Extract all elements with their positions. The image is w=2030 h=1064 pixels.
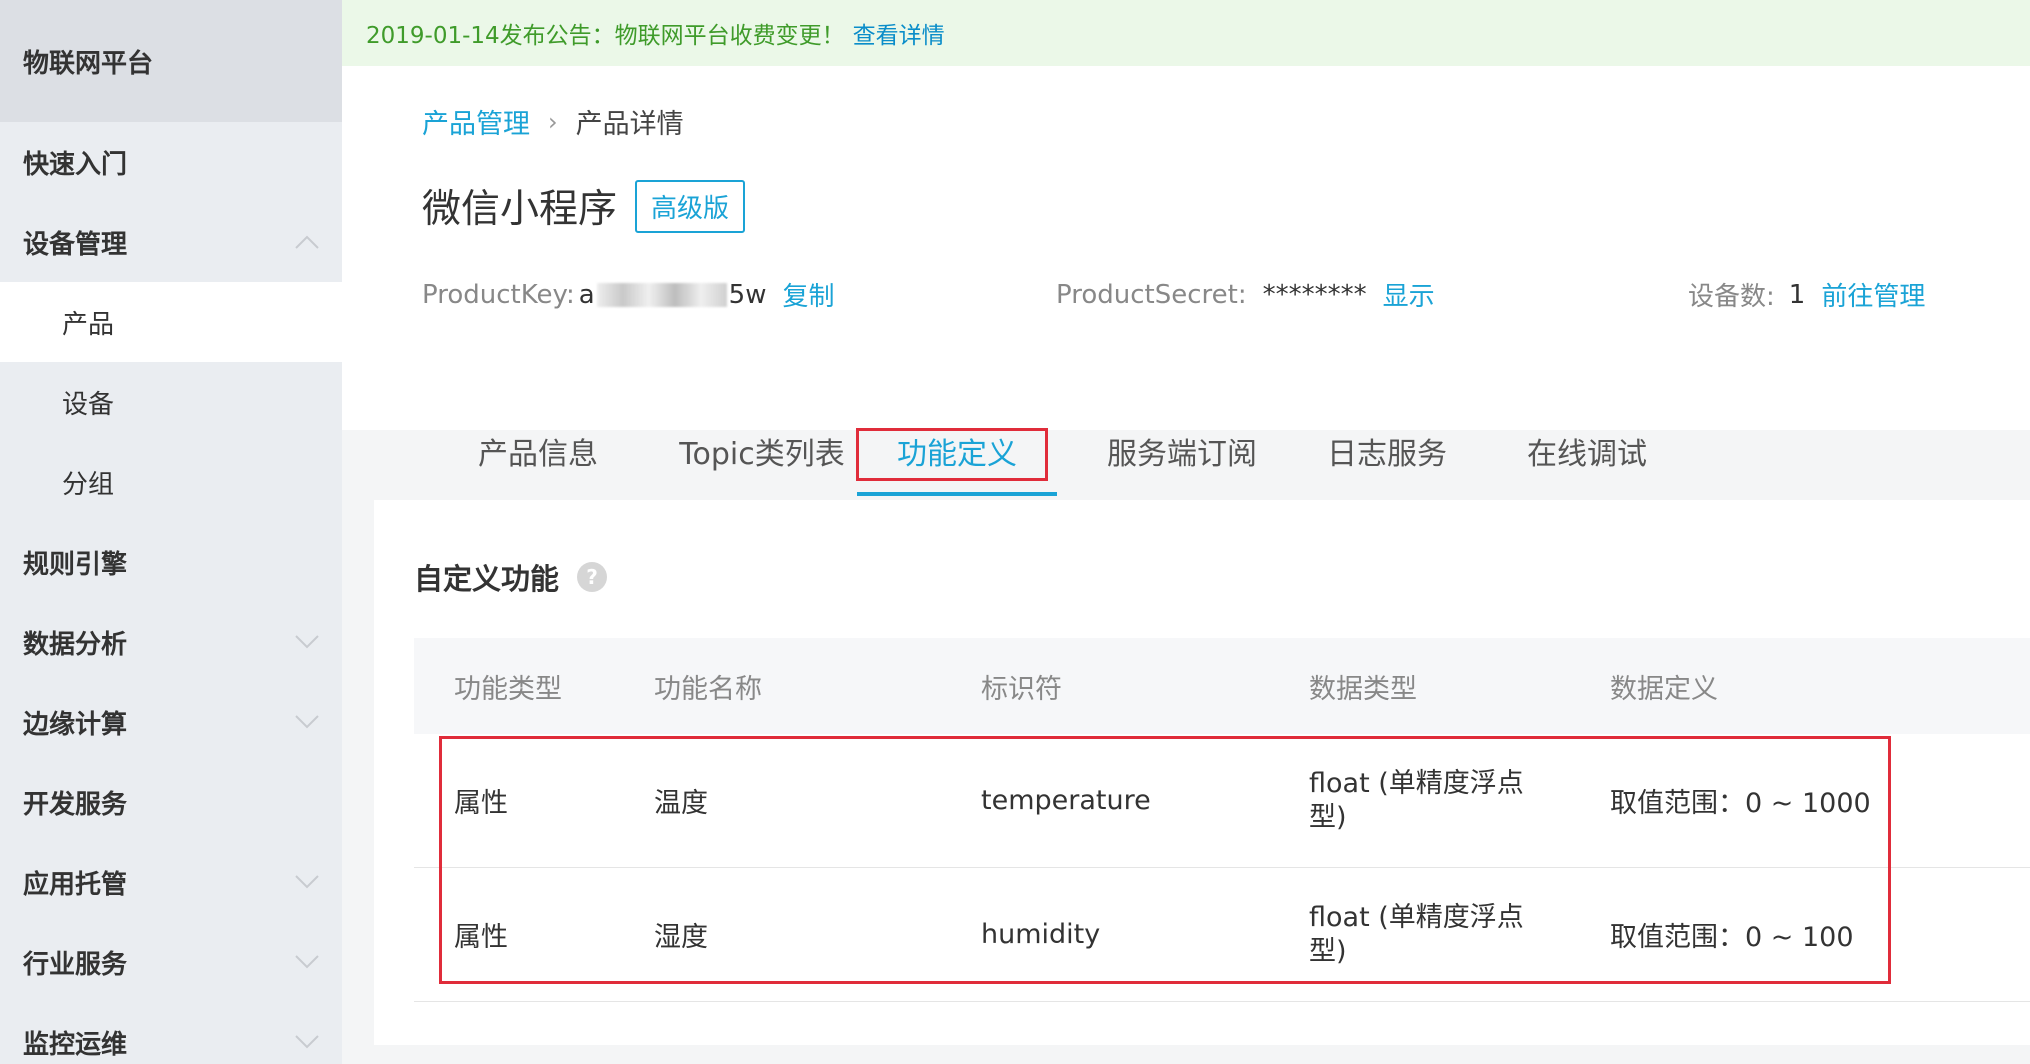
tab-label: 在线调试: [1527, 437, 1647, 472]
product-key-redacted: [596, 282, 727, 307]
chevron-down-icon: [294, 634, 320, 650]
functions-table: 功能类型 功能名称 标识符 数据类型 数据定义 属性 温度 temperatur…: [414, 638, 2030, 1002]
breadcrumb-separator-icon: ›: [548, 107, 558, 136]
cell-function-name: 温度: [654, 788, 708, 819]
tab-product-info[interactable]: 产品信息: [458, 406, 618, 496]
table-header: 功能类型 功能名称 标识符 数据类型 数据定义: [414, 638, 2030, 734]
cell-data-type: float (单精度浮点型): [1309, 767, 1524, 833]
product-header: 产品管理 › 产品详情 微信小程序 高级版 ProductKey: a 5w 复…: [342, 66, 2030, 496]
sidebar-item-group[interactable]: 分组: [0, 442, 342, 522]
product-key: ProductKey: a 5w 复制: [422, 276, 835, 313]
tab-label: 产品信息: [478, 437, 598, 472]
breadcrumb-current: 产品详情: [575, 109, 684, 140]
product-secret-label: ProductSecret:: [1056, 279, 1247, 310]
breadcrumb-product-management[interactable]: 产品管理: [422, 102, 530, 141]
chevron-down-icon: [294, 954, 320, 970]
product-key-suffix: 5w: [728, 279, 767, 310]
cell-function-name: 湿度: [654, 922, 708, 953]
tab-server-subscription[interactable]: 服务端订阅: [1082, 406, 1282, 496]
sidebar-item-label: 设备: [62, 389, 115, 420]
sidebar-item-label: 产品: [62, 309, 115, 340]
sidebar-item-rule-engine[interactable]: 规则引擎: [0, 522, 342, 602]
product-secret-value: ********: [1262, 279, 1367, 310]
cell-data-definition: 取值范围：0 ~ 100: [1610, 922, 1854, 953]
notice-bar: 2019-01-14发布公告：物联网平台收费变更！ 查看详情: [342, 0, 2030, 66]
sidebar-item-label: 行业服务: [23, 949, 128, 980]
table-row: 属性 温度 temperature float (单精度浮点型) 取值范围：0 …: [414, 734, 2030, 868]
tab-log-service[interactable]: 日志服务: [1302, 406, 1472, 496]
notice-details-link[interactable]: 查看详情: [853, 16, 945, 50]
brand-title: 物联网平台: [0, 0, 342, 122]
sidebar-item-industry-services[interactable]: 行业服务: [0, 922, 342, 1002]
tab-bar: 产品信息 Topic类列表 功能定义 服务端订阅 日志服务 在线调试: [342, 406, 2030, 496]
device-count-value: 1: [1788, 279, 1806, 310]
title-row: 微信小程序 高级版: [422, 178, 746, 234]
sidebar-item-label: 分组: [62, 469, 115, 500]
sidebar-item-edge-computing[interactable]: 边缘计算: [0, 682, 342, 762]
table-row: 属性 湿度 humidity float (单精度浮点型) 取值范围：0 ~ 1…: [414, 868, 2030, 1002]
cell-data-definition: 取值范围：0 ~ 1000: [1610, 788, 1871, 819]
section-title: 自定义功能 ?: [414, 556, 608, 598]
sidebar-item-device[interactable]: 设备: [0, 362, 342, 442]
product-meta: ProductKey: a 5w 复制 ProductSecret: *****…: [422, 276, 1942, 316]
header-function-type: 功能类型: [454, 673, 562, 705]
device-count-label: 设备数:: [1688, 282, 1775, 312]
notice-text: 2019-01-14发布公告：物联网平台收费变更！: [366, 23, 845, 49]
sidebar-item-product[interactable]: 产品: [0, 282, 342, 362]
header-function-name: 功能名称: [654, 673, 762, 705]
product-key-label: ProductKey:: [422, 279, 575, 310]
sidebar-item-data-analysis[interactable]: 数据分析: [0, 602, 342, 682]
chevron-down-icon: [294, 1034, 320, 1050]
cell-function-type: 属性: [454, 788, 508, 819]
sidebar-item-app-hosting[interactable]: 应用托管: [0, 842, 342, 922]
sidebar-item-label: 快速入门: [23, 149, 128, 180]
sidebar-item-label: 开发服务: [23, 789, 128, 820]
cell-identifier: temperature: [981, 785, 1151, 816]
sidebar-item-device-management[interactable]: 设备管理: [0, 202, 342, 282]
device-count: 设备数: 1 前往管理: [1688, 276, 1925, 313]
product-secret: ProductSecret: ******** 显示: [1056, 276, 1435, 313]
sidebar-item-label: 应用托管: [23, 869, 128, 900]
chevron-up-icon: [294, 234, 320, 250]
show-secret-link[interactable]: 显示: [1383, 276, 1435, 313]
tab-label: 日志服务: [1327, 437, 1447, 472]
manage-devices-link[interactable]: 前往管理: [1821, 276, 1925, 313]
copy-key-link[interactable]: 复制: [782, 276, 834, 313]
breadcrumb: 产品管理 › 产品详情: [422, 102, 684, 141]
cell-function-type: 属性: [454, 922, 508, 953]
main-content: 2019-01-14发布公告：物联网平台收费变更！ 查看详情 产品管理 › 产品…: [342, 0, 2030, 1064]
page-title: 微信小程序: [422, 187, 618, 232]
tab-label: 功能定义: [897, 437, 1017, 472]
chevron-down-icon: [294, 874, 320, 890]
tab-label: 服务端订阅: [1107, 437, 1257, 472]
header-identifier: 标识符: [981, 673, 1062, 705]
sidebar-item-label: 设备管理: [23, 229, 128, 260]
section-title-text: 自定义功能: [414, 562, 560, 596]
cell-identifier: humidity: [981, 919, 1101, 950]
chevron-down-icon: [294, 714, 320, 730]
tab-label: Topic类列表: [679, 437, 845, 472]
header-data-type: 数据类型: [1309, 673, 1417, 705]
header-data-definition: 数据定义: [1610, 673, 1718, 705]
help-icon[interactable]: ?: [577, 562, 608, 592]
sidebar-item-label: 边缘计算: [23, 709, 128, 740]
tab-online-debug[interactable]: 在线调试: [1502, 406, 1672, 496]
cell-data-type: float (单精度浮点型): [1309, 901, 1524, 967]
custom-functions-card: 自定义功能 ? 功能类型 功能名称 标识符 数据类型 数据定义 属性 温度 te…: [374, 500, 2030, 1045]
sidebar-item-monitoring[interactable]: 监控运维: [0, 1002, 342, 1064]
sidebar-item-quickstart[interactable]: 快速入门: [0, 122, 342, 202]
sidebar-item-label: 数据分析: [23, 629, 128, 660]
sidebar-item-label: 监控运维: [23, 1029, 128, 1060]
product-key-prefix: a: [578, 279, 595, 310]
edition-badge: 高级版: [635, 179, 746, 233]
tab-topic-list[interactable]: Topic类列表: [642, 406, 882, 496]
sidebar-item-dev-services[interactable]: 开发服务: [0, 762, 342, 842]
sidebar: 物联网平台 快速入门 设备管理 产品 设备 分组 规则引擎 数据分析 边缘计算 …: [0, 0, 342, 1064]
sidebar-item-label: 规则引擎: [23, 549, 128, 580]
tab-function-definition[interactable]: 功能定义: [857, 406, 1057, 496]
